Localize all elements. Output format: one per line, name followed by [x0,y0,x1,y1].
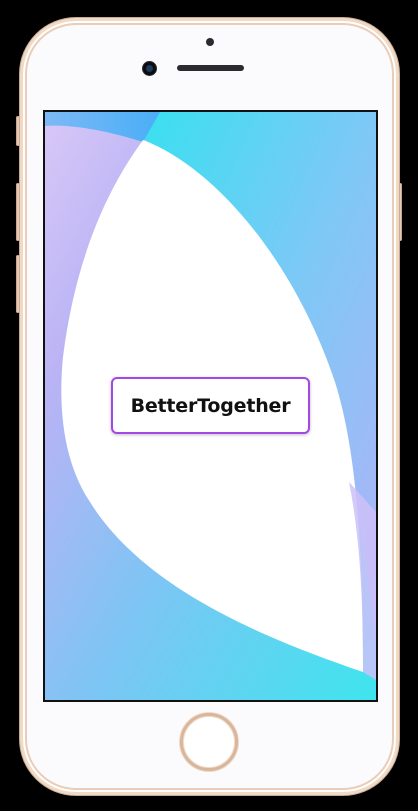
app-title: BetterTogether [130,394,291,417]
stage: BetterTogether [0,0,418,811]
home-button[interactable] [180,713,238,771]
front-camera-icon [142,61,157,76]
proximity-sensor [206,38,214,46]
splash-screen: BetterTogether [45,112,376,700]
app-title-box: BetterTogether [111,377,310,434]
screen: BetterTogether [43,110,378,702]
earpiece-speaker [177,65,244,71]
